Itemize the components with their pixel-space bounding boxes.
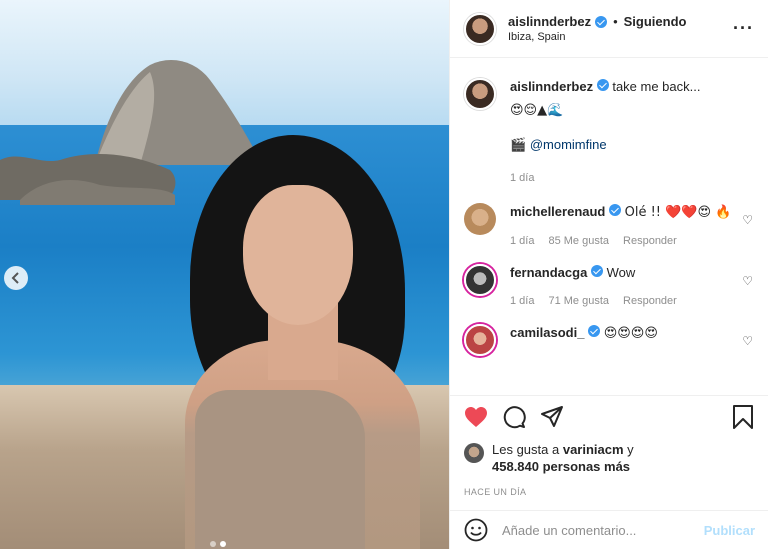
paper-plane-icon [541,405,563,427]
comment-username[interactable]: camilasodi_ [510,325,584,340]
comment-text: 😍😍😍😍 [603,326,658,341]
separator-dot: • [613,14,618,29]
person-face [243,185,353,325]
post-timestamp[interactable]: HACE UN DÍA [464,487,526,497]
like-button[interactable] [464,405,488,429]
post-header: aislinnderbez • Siguiendo Ibiza, Spain ·… [450,0,768,58]
verified-icon [590,265,603,277]
comment-body: camilasodi_ 😍😍😍😍 [510,324,755,356]
comment-like-heart-icon[interactable]: ♡ [742,274,753,288]
likes-summary: Les gusta a variniacm y 458.840 personas… [464,441,754,475]
verified-icon [588,325,601,337]
caption-emojis: 😍😌▲🌊 [510,103,564,118]
action-bar [450,395,768,437]
comment-text: Olé !! ❤️❤️😍 🔥 [624,205,732,220]
comment-text-line: camilasodi_ 😍😍😍😍 [510,324,755,343]
more-options-icon[interactable]: ··· [733,18,754,39]
heart-filled-icon [465,406,487,427]
likes-prefix: Les gusta a [492,442,560,457]
comment-button[interactable] [502,405,526,429]
add-comment-input[interactable] [502,522,704,538]
person-top [195,390,365,549]
carousel-prev-button[interactable] [4,266,28,290]
liker-avatar[interactable] [464,443,484,463]
comment-username[interactable]: fernandacga [510,265,587,280]
comment-username[interactable]: michellerenaud [510,204,605,219]
comment-meta: 1 día 85 Me gusta Responder [510,232,755,250]
carousel-dots [210,541,226,547]
likes-text: Les gusta a variniacm y 458.840 personas… [492,441,634,475]
comment: camilasodi_ 😍😍😍😍 ♡ [450,324,768,356]
bookmark-icon [733,404,753,429]
carousel-dot [210,541,216,547]
caption-text: take me back... [612,79,701,94]
comment-reply-button[interactable]: Responder [623,292,677,310]
likes-count[interactable]: 458.840 personas más [492,459,630,474]
carousel-dot-active [220,541,226,547]
chevron-left-icon [11,272,19,284]
comment-text-line: michellerenaud Olé !! ❤️❤️😍 🔥 [510,203,755,222]
caption-username[interactable]: aislinnderbez [510,79,593,94]
follow-status-button[interactable]: Siguiendo [624,14,687,29]
credit-link[interactable]: @momimfine [530,137,607,152]
comment-text: Wow [606,265,636,280]
author-username[interactable]: aislinnderbez [508,14,591,29]
comment-text-line: fernandacga Wow [510,264,755,282]
comment-avatar[interactable] [464,324,496,356]
likes-connector: y [627,442,634,457]
post-photo[interactable] [0,0,449,549]
likes-first-user[interactable]: variniacm [563,442,624,457]
comment-body: michellerenaud Olé !! ❤️❤️😍 🔥 1 día 85 M… [510,203,755,250]
verified-icon [596,79,609,91]
caption: aislinnderbez take me back... 😍😌▲🌊 🎬 @mo… [450,78,768,187]
caption-meta: 1 día [510,169,755,187]
header-text: aislinnderbez • Siguiendo Ibiza, Spain [508,14,733,43]
comment-body: fernandacga Wow 1 día 71 Me gusta Respon… [510,264,755,310]
emoji-smiley-icon[interactable] [464,518,488,542]
comment-likes[interactable]: 85 Me gusta [548,232,609,250]
add-comment-bar: Publicar [450,510,768,549]
post-panel: aislinnderbez • Siguiendo Ibiza, Spain ·… [449,0,768,549]
comment-likes[interactable]: 71 Me gusta [548,292,609,310]
comment: michellerenaud Olé !! ❤️❤️😍 🔥 1 día 85 M… [450,203,768,250]
share-button[interactable] [540,405,564,429]
caption-time[interactable]: 1 día [510,169,534,187]
caption-text-line: aislinnderbez take me back... [510,78,755,96]
verified-icon [595,15,608,28]
comment-meta: 1 día 71 Me gusta Responder [510,292,755,310]
comment-avatar[interactable] [464,264,496,296]
comment-bubble-icon [503,405,526,428]
caption-credit: 🎬 @momimfine [510,136,755,155]
comment-like-heart-icon[interactable]: ♡ [742,334,753,348]
comments-list[interactable]: aislinnderbez take me back... 😍😌▲🌊 🎬 @mo… [450,70,768,392]
comment-time[interactable]: 1 día [510,292,534,310]
publish-button[interactable]: Publicar [704,523,755,538]
caption-body: aislinnderbez take me back... 😍😌▲🌊 🎬 @mo… [510,78,755,187]
post-location[interactable]: Ibiza, Spain [508,31,733,43]
camera-emoji-icon: 🎬 [510,138,527,153]
comment: fernandacga Wow 1 día 71 Me gusta Respon… [450,264,768,310]
comment-like-heart-icon[interactable]: ♡ [742,213,753,227]
comment-avatar[interactable] [464,203,496,235]
comment-time[interactable]: 1 día [510,232,534,250]
header-line: aislinnderbez • Siguiendo [508,14,733,29]
verified-icon [609,204,621,216]
save-button[interactable] [731,404,755,429]
comment-reply-button[interactable]: Responder [623,232,677,250]
author-avatar[interactable] [464,12,496,45]
caption-avatar[interactable] [464,78,496,110]
